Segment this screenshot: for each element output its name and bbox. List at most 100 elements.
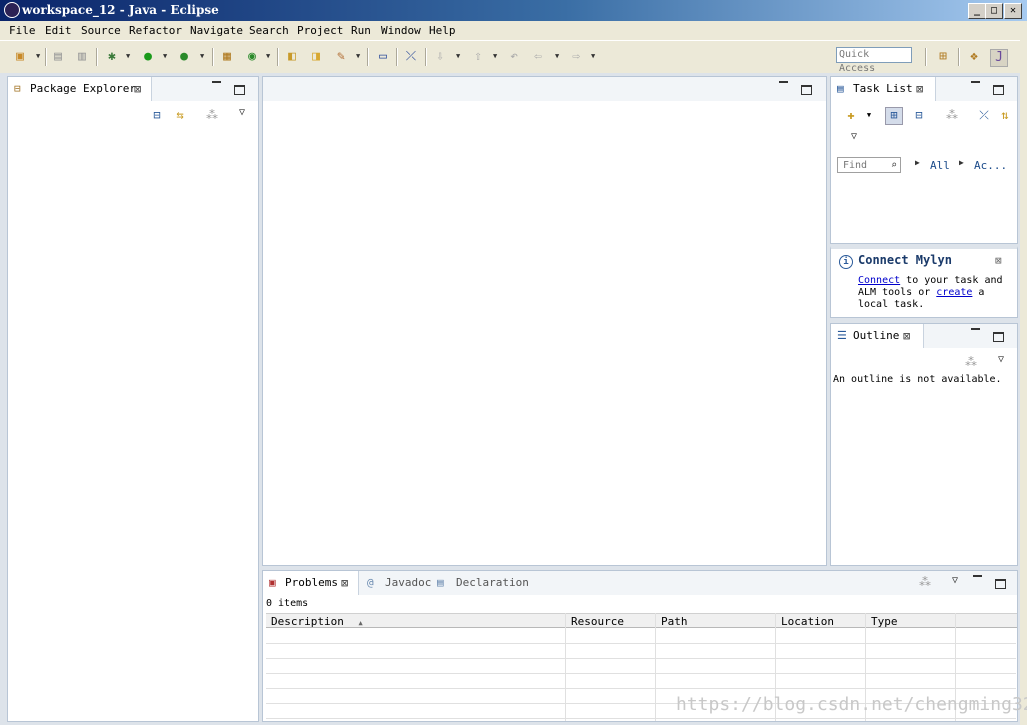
- tab-problems[interactable]: ▣ Problems ⊠: [263, 571, 359, 595]
- column-path[interactable]: Path: [656, 613, 776, 628]
- menu-file[interactable]: File: [9, 24, 36, 37]
- column-type[interactable]: Type: [866, 613, 956, 628]
- save-all-icon[interactable]: ▥: [74, 49, 90, 65]
- column-divider: [655, 613, 656, 721]
- link-with-editor-icon[interactable]: ⇆: [172, 108, 188, 124]
- view-menu-icon[interactable]: ▽: [234, 106, 250, 122]
- menu-edit[interactable]: Edit: [45, 24, 72, 37]
- task-find-input[interactable]: Find ⌕: [837, 157, 901, 173]
- tab-declaration[interactable]: ▤ Declaration: [437, 571, 532, 595]
- window-title-bar[interactable]: workspace_12 - Java - Eclipse _ □ ✕: [0, 0, 1027, 21]
- new-dropdown-icon[interactable]: ▼: [36, 52, 42, 60]
- debug-dropdown-icon[interactable]: ▼: [126, 52, 132, 60]
- run-icon[interactable]: ●: [140, 49, 156, 65]
- focus-on-workweek-icon[interactable]: ⤫: [976, 108, 992, 124]
- show-tasks-icon[interactable]: ⇅: [997, 108, 1013, 124]
- back-dropdown-icon[interactable]: ▼: [555, 52, 561, 60]
- categorized-icon[interactable]: ⊞: [885, 107, 903, 125]
- mylyn-text-2: ALM tools or: [858, 287, 937, 298]
- save-icon[interactable]: ▤: [50, 49, 66, 65]
- menu-refactor[interactable]: Refactor: [129, 24, 182, 37]
- previous-annotation-icon[interactable]: ⇧: [470, 49, 486, 65]
- open-type-icon[interactable]: ◧: [284, 49, 300, 65]
- back-arrow-icon[interactable]: ⇦: [530, 49, 546, 65]
- previous-annotation-dropdown-icon[interactable]: ▼: [493, 52, 499, 60]
- create-link[interactable]: create: [936, 287, 972, 298]
- minimize-editor-icon[interactable]: [779, 81, 788, 91]
- new-task-icon[interactable]: ✚: [843, 108, 859, 124]
- maximize-view-icon[interactable]: [993, 85, 1004, 95]
- minimize-view-icon[interactable]: [971, 328, 980, 338]
- tab-javadoc[interactable]: @ Javadoc: [367, 571, 432, 595]
- table-row: [266, 658, 1016, 674]
- minimize-view-icon[interactable]: [212, 81, 221, 91]
- next-annotation-dropdown-icon[interactable]: ▼: [456, 52, 462, 60]
- toggle-console-icon[interactable]: ▭: [375, 49, 391, 65]
- open-perspective-icon[interactable]: ⊞: [935, 49, 951, 65]
- close-button[interactable]: ✕: [1004, 3, 1022, 19]
- toolbar-separator: [925, 48, 927, 66]
- close-icon[interactable]: ⊠: [995, 254, 1002, 267]
- maximize-view-icon[interactable]: [234, 85, 245, 95]
- search-dropdown-icon[interactable]: ▼: [356, 52, 362, 60]
- connect-link[interactable]: Connect: [858, 275, 900, 286]
- minimize-view-icon[interactable]: [973, 575, 982, 585]
- java-ee-perspective-icon[interactable]: ❖: [966, 49, 982, 65]
- open-folder-icon[interactable]: ◨: [308, 49, 324, 65]
- maximize-view-icon[interactable]: [995, 579, 1006, 589]
- java-perspective-icon[interactable]: J: [990, 49, 1008, 67]
- collapse-all-icon[interactable]: ⊟: [149, 108, 165, 124]
- menu-help[interactable]: Help: [429, 24, 456, 37]
- maximize-button[interactable]: □: [985, 3, 1003, 19]
- close-icon[interactable]: ⊠: [903, 324, 910, 348]
- activate-link[interactable]: Ac...: [974, 159, 1007, 172]
- search-tool-icon[interactable]: ✎: [333, 49, 349, 65]
- synchronize-icon[interactable]: ⁂: [944, 108, 960, 124]
- view-menu-icon[interactable]: ▽: [947, 574, 963, 590]
- menu-window[interactable]: Window: [381, 24, 421, 37]
- maximize-editor-icon[interactable]: [801, 85, 812, 95]
- quick-access-input[interactable]: Quick Access: [836, 47, 912, 74]
- next-annotation-icon[interactable]: ⇩: [432, 49, 448, 65]
- maximize-view-icon[interactable]: [993, 332, 1004, 342]
- all-link[interactable]: All: [930, 159, 950, 172]
- tab-outline[interactable]: ☰ Outline ⊠: [831, 324, 924, 348]
- filter-icon[interactable]: ⁂: [204, 108, 220, 124]
- new-java-package-icon[interactable]: ▦: [219, 49, 235, 65]
- menu-project[interactable]: Project: [297, 24, 343, 37]
- close-icon[interactable]: ⊠: [916, 77, 923, 101]
- run-external-tool-icon[interactable]: ●: [176, 49, 192, 65]
- view-menu-icon[interactable]: ▽: [993, 353, 1009, 369]
- scheduled-icon[interactable]: ⊟: [911, 108, 927, 124]
- menu-navigate[interactable]: Navigate: [190, 24, 243, 37]
- forward-dropdown-icon[interactable]: ▼: [591, 52, 597, 60]
- tab-task-list[interactable]: ▤ Task List ⊠: [831, 77, 936, 101]
- menu-source[interactable]: Source: [81, 24, 121, 37]
- new-task-dropdown-icon[interactable]: ▼: [861, 108, 877, 124]
- forward-arrow-icon[interactable]: ⇨: [568, 49, 584, 65]
- editor-area[interactable]: [262, 76, 827, 566]
- run-dropdown-icon[interactable]: ▼: [163, 52, 169, 60]
- last-edit-location-icon[interactable]: ↶: [506, 49, 522, 65]
- close-icon[interactable]: ⊠: [134, 77, 141, 101]
- menu-search[interactable]: Search: [249, 24, 289, 37]
- filter-icon[interactable]: ⁂: [917, 575, 933, 591]
- skip-breakpoints-icon[interactable]: ⤫: [403, 49, 419, 65]
- close-icon[interactable]: ⊠: [341, 571, 348, 595]
- menu-run[interactable]: Run: [351, 24, 371, 37]
- minimize-view-icon[interactable]: [971, 81, 980, 91]
- new-icon[interactable]: ▣: [12, 49, 28, 65]
- toolbar-separator: [958, 48, 960, 66]
- column-resource[interactable]: Resource: [566, 613, 656, 628]
- filter-icon[interactable]: ⁂: [963, 355, 979, 371]
- view-menu-icon[interactable]: ▽: [846, 130, 862, 146]
- new-java-class-icon[interactable]: ◉: [244, 49, 260, 65]
- column-description[interactable]: Description ▲: [266, 613, 566, 628]
- new-class-dropdown-icon[interactable]: ▼: [266, 52, 272, 60]
- tab-package-explorer[interactable]: ⊟ Package Explorer ⊠: [8, 77, 152, 101]
- window-title: workspace_12 - Java - Eclipse: [22, 3, 219, 17]
- debug-icon[interactable]: ✱: [104, 49, 120, 65]
- minimize-button[interactable]: _: [968, 3, 986, 19]
- column-location[interactable]: Location: [776, 613, 866, 628]
- external-tool-dropdown-icon[interactable]: ▼: [200, 52, 206, 60]
